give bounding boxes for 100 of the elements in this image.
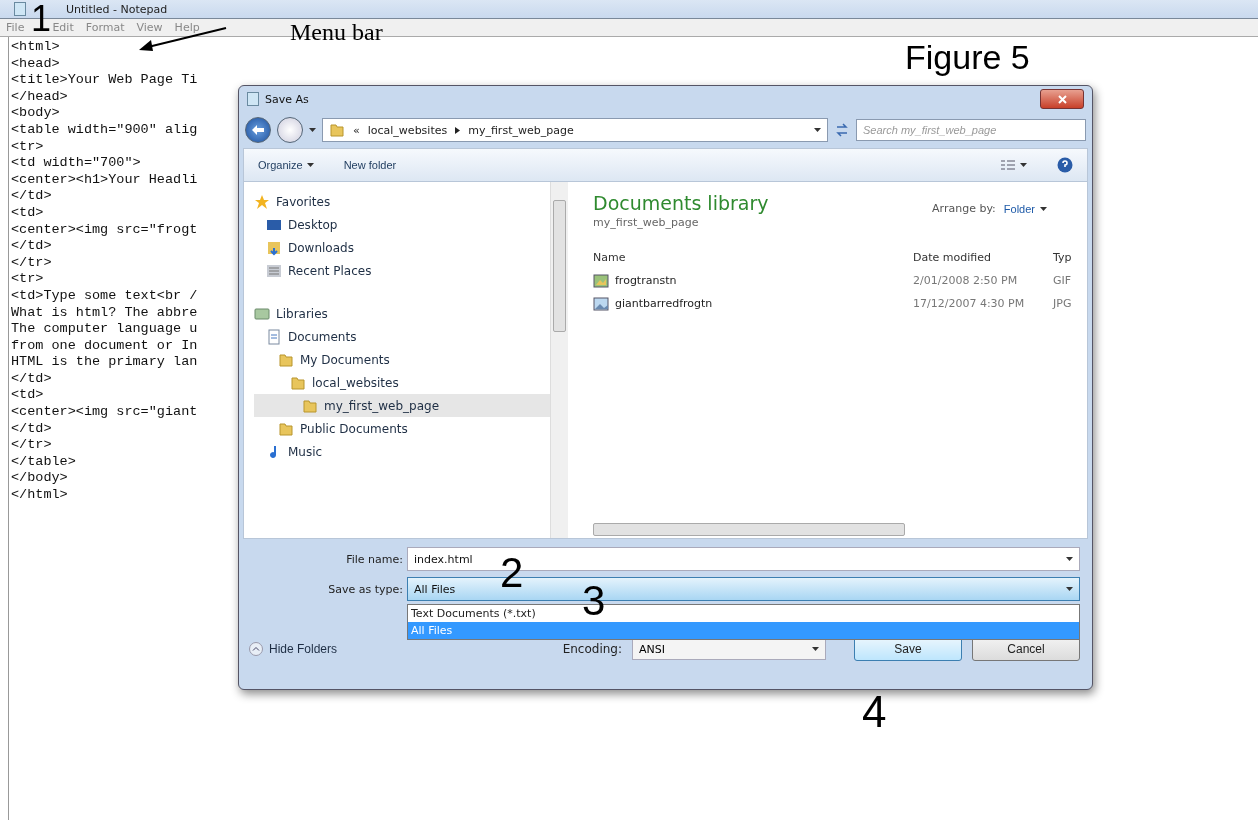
code-line: </tr> [11, 437, 52, 454]
annotation-number: 1 [31, 1, 52, 37]
code-line: <head> [11, 55, 60, 73]
code-line: <tr> [11, 138, 44, 156]
notepad-icon [247, 92, 259, 106]
breadcrumb-item[interactable]: my_first_web_page [468, 123, 574, 137]
field-label: File name: [345, 552, 403, 566]
type-cell-text: JPG [1053, 296, 1073, 312]
star-icon [254, 193, 270, 210]
refresh-icon[interactable] [834, 123, 850, 137]
code-line: <td width="700"> [11, 155, 141, 172]
back-button[interactable] [245, 117, 271, 143]
code-line: <td> [11, 204, 44, 222]
encoding-dropdown[interactable]: ANSI [632, 638, 826, 660]
code-line: <td>Type some text<br / [11, 287, 198, 305]
caret-icon [1066, 557, 1073, 561]
annotation-label: Menu bar [290, 20, 383, 44]
code-line: from one document or In [11, 337, 198, 355]
code-line: </html> [11, 487, 68, 504]
forward-button[interactable] [277, 117, 303, 143]
code-line: <center><h1>Your Headli [11, 171, 198, 189]
chevron-icon [455, 126, 461, 134]
code-line: <tr> [11, 271, 44, 288]
caret-icon [812, 647, 819, 651]
caret-icon [1040, 206, 1047, 211]
breadcrumb-item[interactable]: local_websites [367, 123, 448, 137]
search-field[interactable]: Search my_first_web_page [856, 119, 1086, 141]
nav-item[interactable]: Public Documents [254, 417, 550, 440]
view-options-icon[interactable] [1001, 159, 1027, 171]
caret-icon [306, 163, 314, 167]
nav-item[interactable]: local_websites [254, 371, 550, 394]
library-title: Documents library [593, 192, 769, 214]
date-cell-text: 2/01/2008 2:50 PM [913, 273, 1019, 289]
back-arrow-icon [252, 125, 264, 135]
code-line: </td> [11, 238, 52, 255]
annotation-number: 4 [862, 690, 887, 734]
caret-icon [309, 128, 316, 132]
code-line: The computer language u [11, 321, 198, 338]
nav-item[interactable]: my_first_web_page [254, 394, 550, 417]
code-line: <table width="900" alig [11, 121, 198, 139]
nav-item[interactable]: Recent Places [254, 259, 550, 282]
nav-item[interactable]: Libraries [254, 302, 550, 325]
column-header[interactable]: Date modified [913, 245, 1053, 269]
hide-folders-button[interactable]: Hide Folders [249, 642, 338, 656]
collapse-icon [249, 642, 263, 656]
caret-icon [1066, 587, 1073, 591]
column-header[interactable]: Name [593, 245, 913, 269]
nav-item[interactable]: Music [254, 440, 550, 463]
code-line: </tr> [11, 254, 52, 272]
code-line: </body> [11, 470, 68, 488]
new-folder-button[interactable]: New folder [343, 159, 397, 171]
folder-icon [290, 374, 306, 391]
folder-icon [278, 420, 294, 437]
breadcrumb-overflow[interactable]: « [353, 123, 360, 137]
file-name[interactable]: giantbarredfrogtn [593, 292, 913, 315]
code-line: </head> [11, 88, 68, 106]
code-line: </td> [11, 370, 52, 388]
window-title: Untitled - Notepad [66, 2, 168, 16]
code-line: HTML is the primary lan [11, 354, 198, 371]
image-file-icon [593, 272, 609, 289]
library-icon [254, 305, 270, 322]
nav-item[interactable]: Documents [254, 325, 550, 348]
type-cell-text: GIF [1053, 273, 1073, 289]
field-label: Save as type: [327, 582, 403, 596]
downloads-folder-icon [266, 239, 282, 256]
code-line: What is html? The abbre [11, 304, 198, 322]
code-line: <center><img src="frogt [11, 221, 198, 239]
figure-caption: Figure 5 [905, 40, 1030, 74]
dialog-title: Save As [265, 92, 310, 106]
file-name[interactable]: frogtranstn [593, 269, 913, 292]
close-icon [1057, 94, 1067, 104]
caret-icon [814, 128, 821, 132]
code-line: </td> [11, 420, 52, 438]
nav-item[interactable]: Desktop [254, 213, 550, 236]
folder-icon [329, 122, 345, 138]
vertical-scrollbar[interactable] [550, 182, 568, 538]
nav-item[interactable]: My Documents [254, 348, 550, 371]
date-cell-text: 17/12/2007 4:30 PM [913, 296, 1026, 312]
organize-menu[interactable]: Organize [258, 159, 314, 171]
arrange-dropdown[interactable]: Folder [1003, 202, 1047, 215]
code-line: <html> [11, 39, 60, 56]
nav-item[interactable]: Favorites [254, 190, 550, 213]
folder-icon [278, 351, 294, 368]
folder-icon [302, 397, 318, 414]
nav-item[interactable]: Downloads [254, 236, 550, 259]
code-line: <title>Your Web Page Ti [11, 72, 198, 89]
arrange-label: Arrange by: [932, 202, 996, 215]
close-button[interactable] [1040, 89, 1084, 109]
code-line: </td> [11, 188, 52, 205]
image-file-icon [593, 295, 609, 312]
column-header[interactable]: Typ [1053, 245, 1087, 269]
code-line: </table> [11, 453, 76, 471]
help-icon[interactable] [1057, 157, 1073, 173]
code-line: <td> [11, 387, 44, 405]
code-line: <body> [11, 105, 60, 122]
recent-places-icon [266, 262, 282, 279]
notepad-icon [14, 2, 26, 16]
address-bar[interactable]: « local_websites my_first_web_page [322, 118, 828, 142]
encoding-label: Encoding: [562, 642, 622, 656]
document-icon [266, 328, 282, 345]
